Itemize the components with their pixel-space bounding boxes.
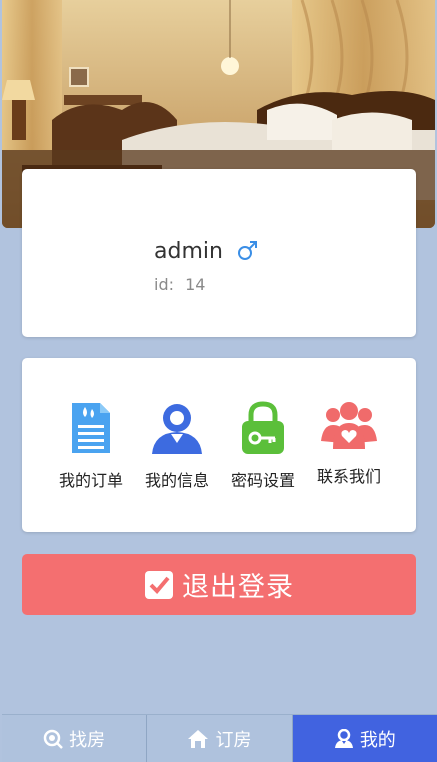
username: admin bbox=[154, 239, 223, 264]
logout-button[interactable]: 退出登录 bbox=[22, 554, 416, 615]
home-icon bbox=[188, 729, 209, 748]
search-icon bbox=[43, 729, 64, 749]
menu-item-my-info[interactable]: 我的信息 bbox=[134, 401, 220, 491]
menu-item-my-orders[interactable]: 我的订单 bbox=[48, 401, 134, 491]
check-square-icon bbox=[145, 570, 173, 599]
group-icon bbox=[321, 402, 377, 449]
menu-label-contact-us: 联系我们 bbox=[316, 467, 381, 486]
menu-item-contact-us[interactable]: 联系我们 bbox=[306, 401, 392, 487]
user-icon bbox=[152, 404, 202, 454]
menu-card: 我的订单 我的信息 密码设置 联系我们 bbox=[22, 358, 416, 532]
tab-book-room[interactable]: 订房 bbox=[147, 715, 293, 762]
profile-card: admin id: 14 bbox=[22, 169, 416, 337]
user-icon bbox=[334, 728, 353, 748]
bottom-tab-bar: 找房 订房 我的 bbox=[2, 714, 437, 762]
menu-label-my-orders: 我的订单 bbox=[58, 471, 123, 490]
tab-mine[interactable]: 我的 bbox=[292, 715, 437, 762]
menu-item-password-settings[interactable]: 密码设置 bbox=[220, 401, 306, 491]
user-id-value: 14 bbox=[185, 275, 206, 294]
menu-label-my-info: 我的信息 bbox=[144, 471, 209, 490]
menu-label-password-settings: 密码设置 bbox=[230, 471, 295, 490]
user-id-label: id: bbox=[154, 275, 174, 294]
tab-find-room[interactable]: 找房 bbox=[2, 715, 148, 762]
lock-icon bbox=[242, 401, 284, 454]
logout-label: 退出登录 bbox=[182, 572, 294, 603]
male-gender-icon bbox=[238, 241, 257, 260]
tab-label-book-room: 订房 bbox=[215, 729, 252, 751]
user-id: id: 14 bbox=[154, 275, 205, 294]
tab-label-find-room: 找房 bbox=[69, 729, 106, 751]
document-icon bbox=[72, 403, 110, 453]
tab-label-mine: 我的 bbox=[359, 729, 396, 751]
